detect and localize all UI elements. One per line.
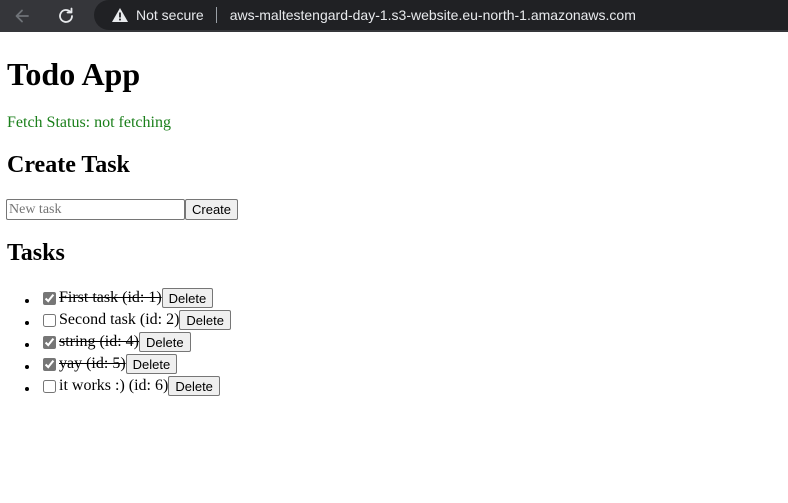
task-row: string (id: 4)Delete: [40, 331, 191, 353]
page-title: Todo App: [7, 56, 141, 92]
arrow-left-icon: [15, 9, 29, 23]
tasks-heading: Tasks: [7, 240, 65, 266]
page-content: Todo App Fetch Status: not fetching Crea…: [0, 34, 788, 503]
task-text: First task (id: 1): [59, 289, 162, 306]
task-row: Second task (id: 2)Delete: [40, 309, 231, 331]
reload-button[interactable]: [54, 4, 78, 28]
task-done-checkbox[interactable]: [43, 357, 56, 371]
task-row: it works :) (id: 6)Delete: [40, 375, 220, 397]
list-item: yay (id: 5)Delete: [40, 353, 231, 375]
reload-icon: [59, 7, 73, 23]
task-done-checkbox[interactable]: [43, 335, 56, 349]
back-button[interactable]: [10, 4, 34, 28]
delete-button[interactable]: Delete: [168, 376, 220, 396]
create-button[interactable]: Create: [185, 199, 239, 220]
delete-button[interactable]: Delete: [139, 332, 191, 352]
task-done-checkbox[interactable]: [43, 313, 56, 327]
list-item: Second task (id: 2)Delete: [40, 309, 231, 331]
delete-button[interactable]: Delete: [179, 310, 231, 330]
browser-toolbar: Not secure aws-maltestengard-day-1.s3-we…: [0, 0, 788, 32]
address-bar[interactable]: Not secure aws-maltestengard-day-1.s3-we…: [94, 0, 788, 30]
url-text[interactable]: aws-maltestengard-day-1.s3-website.eu-no…: [230, 7, 636, 23]
fetch-status: Fetch Status: not fetching: [7, 114, 171, 131]
task-text: string (id: 4): [59, 333, 139, 350]
task-list: First task (id: 1)DeleteSecond task (id:…: [0, 287, 231, 397]
task-text: Second task (id: 2): [59, 311, 180, 328]
delete-button[interactable]: Delete: [125, 354, 178, 374]
warning-icon[interactable]: [111, 7, 129, 23]
create-task-heading: Create Task: [7, 152, 130, 178]
create-task-form: Create: [6, 199, 239, 220]
task-row: First task (id: 1)Delete: [40, 287, 214, 309]
list-item: First task (id: 1)Delete: [40, 287, 231, 309]
list-item: string (id: 4)Delete: [40, 331, 231, 353]
list-item: it works :) (id: 6)Delete: [40, 375, 231, 397]
task-text: it works :) (id: 6): [59, 377, 169, 394]
task-row: yay (id: 5)Delete: [40, 353, 178, 375]
address-divider: [215, 7, 217, 23]
task-done-checkbox[interactable]: [43, 379, 56, 393]
new-task-input[interactable]: [6, 199, 185, 220]
task-done-checkbox[interactable]: [43, 291, 56, 305]
delete-button[interactable]: Delete: [161, 288, 214, 308]
not-secure-label[interactable]: Not secure: [136, 7, 204, 23]
task-text: yay (id: 5): [59, 355, 126, 372]
